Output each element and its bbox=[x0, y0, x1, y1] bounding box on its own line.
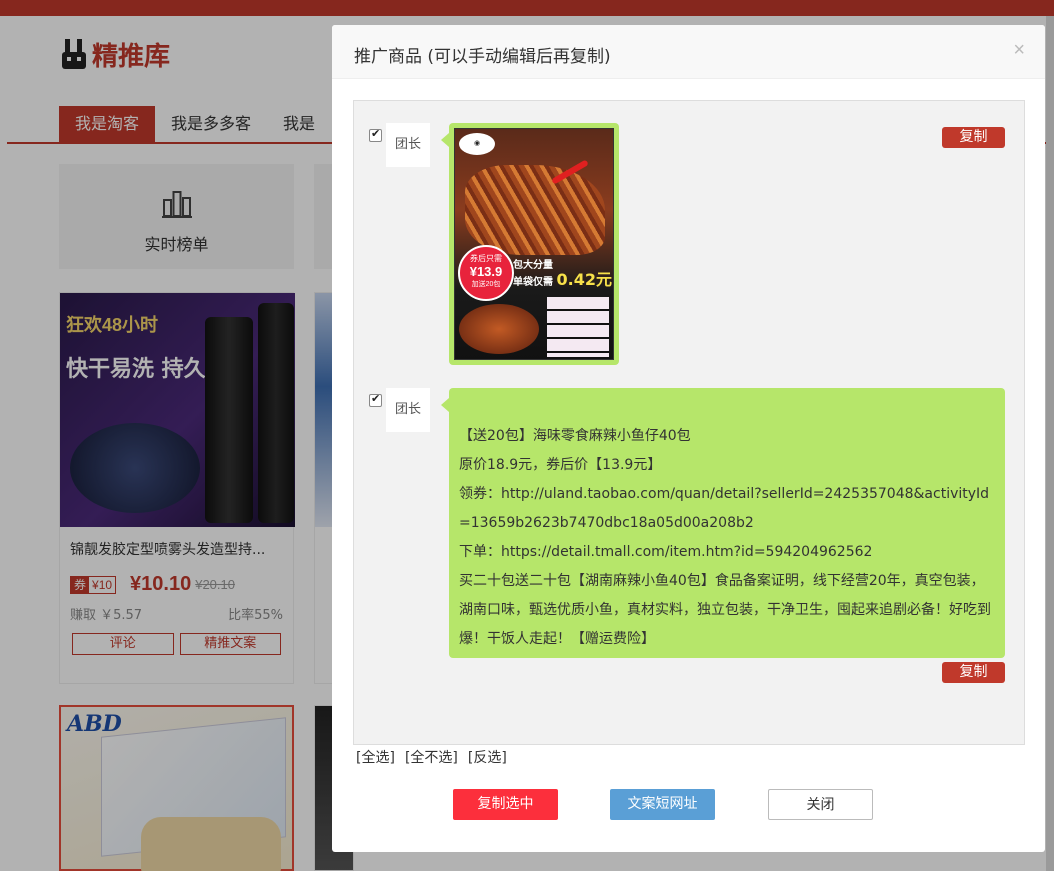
promo-line: 【送20包】海味零食麻辣小鱼仔40包 bbox=[459, 428, 691, 444]
message-item: 团长 【送20包】海味零食麻辣小鱼仔40包 原价18.9元，券后价【13.9元】… bbox=[354, 388, 1024, 688]
slogan-line: 单袋仅需 bbox=[513, 277, 553, 288]
dialog-header: 推广商品 (可以手动编辑后再复制) × bbox=[332, 25, 1045, 79]
dialog-footer: 复制选中 文案短网址 关闭 bbox=[332, 789, 1045, 829]
badge-bottom-text: 加送20包 bbox=[471, 281, 501, 288]
message-checkbox[interactable] bbox=[369, 127, 382, 142]
slogan-price: 0.42元 bbox=[556, 270, 612, 289]
badge-top-text: 券后只需 bbox=[470, 254, 502, 263]
copy-text-button[interactable]: 复制 bbox=[942, 662, 1005, 683]
copy-selected-button[interactable]: 复制选中 bbox=[453, 789, 558, 820]
short-url-button[interactable]: 文案短网址 bbox=[610, 789, 715, 820]
product-promo-image: ◉ 券后只需 ¥13.9 加送20包 包大分量 单袋仅需 0.42元 bbox=[454, 128, 614, 360]
selection-links: [全选] [全不选] [反选] bbox=[356, 747, 507, 767]
invert-selection-link[interactable]: [反选] bbox=[468, 747, 507, 767]
message-item: 团长 ◉ 券后只需 ¥13.9 加送20包 包大分量 单袋仅需 0.42元 bbox=[354, 123, 1024, 368]
avatar: 团长 bbox=[386, 388, 430, 432]
avatar: 团长 bbox=[386, 123, 430, 167]
select-all-link[interactable]: [全选] bbox=[356, 747, 395, 767]
close-icon[interactable]: × bbox=[1013, 39, 1025, 62]
image-bubble[interactable]: ◉ 券后只需 ¥13.9 加送20包 包大分量 单袋仅需 0.42元 bbox=[441, 123, 619, 365]
brand-logo-icon: ◉ bbox=[459, 133, 495, 155]
promo-line[interactable]: 领券：http://uland.taobao.com/quan/detail?s… bbox=[459, 480, 995, 538]
message-list[interactable]: 团长 ◉ 券后只需 ¥13.9 加送20包 包大分量 单袋仅需 0.42元 bbox=[353, 100, 1025, 745]
message-checkbox[interactable] bbox=[369, 392, 382, 407]
select-none-link[interactable]: [全不选] bbox=[405, 747, 458, 767]
package-cards-graphic bbox=[547, 297, 609, 357]
promo-line[interactable]: 下单：https://detail.tmall.com/item.htm?id=… bbox=[459, 538, 995, 567]
badge-price: ¥13.9 bbox=[469, 264, 503, 279]
copy-image-button[interactable]: 复制 bbox=[942, 127, 1005, 148]
bowl-graphic bbox=[459, 304, 539, 354]
text-bubble[interactable]: 【送20包】海味零食麻辣小鱼仔40包 原价18.9元，券后价【13.9元】 领券… bbox=[441, 388, 1005, 658]
price-badge: 券后只需 ¥13.9 加送20包 bbox=[458, 245, 514, 301]
fish-strips-graphic bbox=[465, 165, 605, 255]
promo-line: 原价18.9元，券后价【13.9元】 bbox=[459, 457, 662, 473]
promote-product-dialog: 推广商品 (可以手动编辑后再复制) × 团长 ◉ 券后只需 ¥13.9 加送20… bbox=[332, 25, 1045, 852]
image-slogan: 包大分量 单袋仅需 0.42元 bbox=[513, 259, 612, 290]
promo-line: 买二十包送二十包【湖南麻辣小鱼40包】食品备案证明，线下经营20年，真空包装，湖… bbox=[459, 573, 991, 647]
close-button[interactable]: 关闭 bbox=[768, 789, 873, 820]
dialog-title: 推广商品 (可以手动编辑后再复制) bbox=[354, 47, 611, 67]
